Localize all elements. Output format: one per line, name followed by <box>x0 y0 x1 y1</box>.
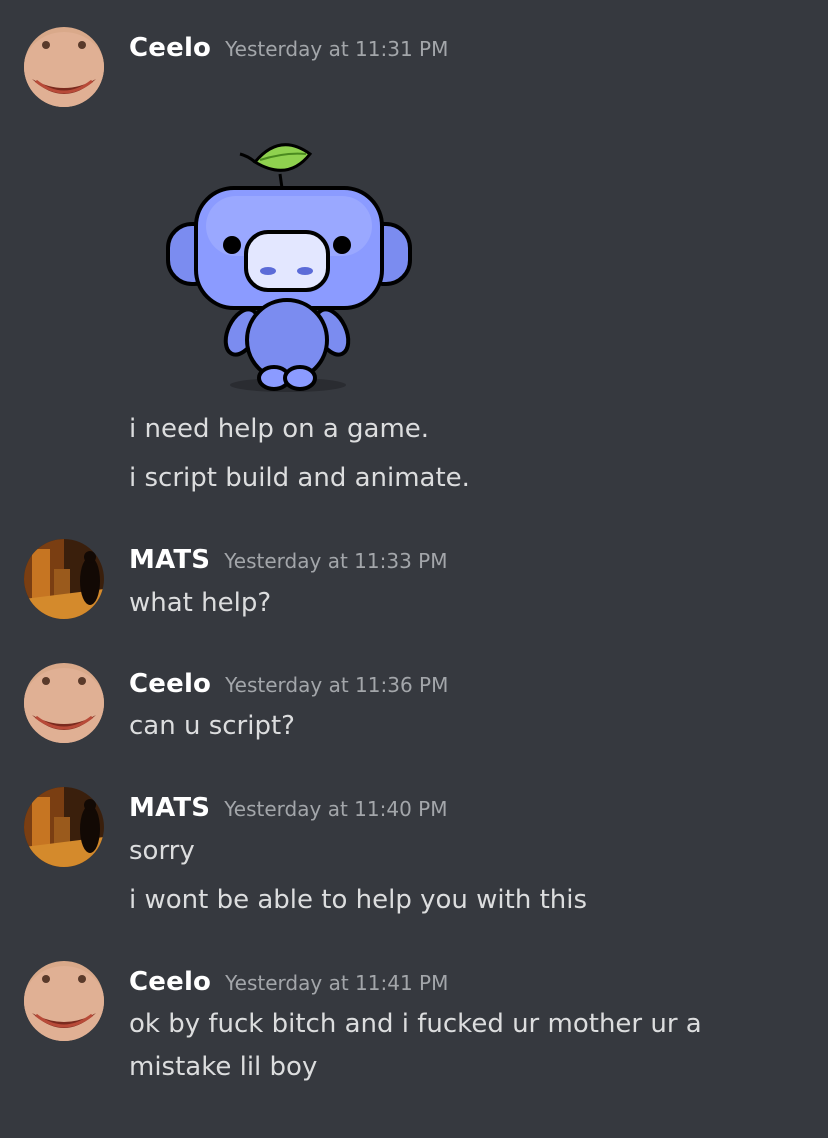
message-header: MATS Yesterday at 11:33 PM <box>129 545 447 575</box>
message-text: i script build and animate. <box>129 463 470 493</box>
username[interactable]: MATS <box>129 793 210 823</box>
avatar-ceelo[interactable] <box>24 961 104 1041</box>
timestamp[interactable]: Yesterday at 11:41 PM <box>225 971 448 995</box>
username[interactable]: MATS <box>129 545 210 575</box>
username[interactable]: Ceelo <box>129 669 211 699</box>
message-header: Ceelo Yesterday at 11:36 PM <box>129 669 448 699</box>
username[interactable]: Ceelo <box>129 33 211 63</box>
timestamp[interactable]: Yesterday at 11:31 PM <box>225 37 448 61</box>
avatar-ceelo[interactable] <box>24 663 104 743</box>
avatar-ceelo[interactable] <box>24 27 104 107</box>
wumpus-sprout-sticker[interactable] <box>160 132 420 402</box>
timestamp[interactable]: Yesterday at 11:40 PM <box>224 797 447 821</box>
wumpus-icon <box>166 143 412 392</box>
timestamp[interactable]: Yesterday at 11:36 PM <box>225 673 448 697</box>
message-text: i wont be able to help you with this <box>129 885 588 915</box>
message-text: what help? <box>129 588 272 618</box>
avatar-mats[interactable] <box>24 539 104 619</box>
message-text: sorry <box>129 836 195 866</box>
message-header: Ceelo Yesterday at 11:31 PM <box>129 33 448 63</box>
avatar-mats[interactable] <box>24 787 104 867</box>
message-text: ok by fuck bitch and i fucked ur mother … <box>129 1009 702 1082</box>
username[interactable]: Ceelo <box>129 967 211 997</box>
message-text: i need help on a game. <box>129 414 430 444</box>
message-header: Ceelo Yesterday at 11:41 PM <box>129 967 448 997</box>
message-header: MATS Yesterday at 11:40 PM <box>129 793 447 823</box>
timestamp[interactable]: Yesterday at 11:33 PM <box>224 549 447 573</box>
message-text: can u script? <box>129 711 295 741</box>
